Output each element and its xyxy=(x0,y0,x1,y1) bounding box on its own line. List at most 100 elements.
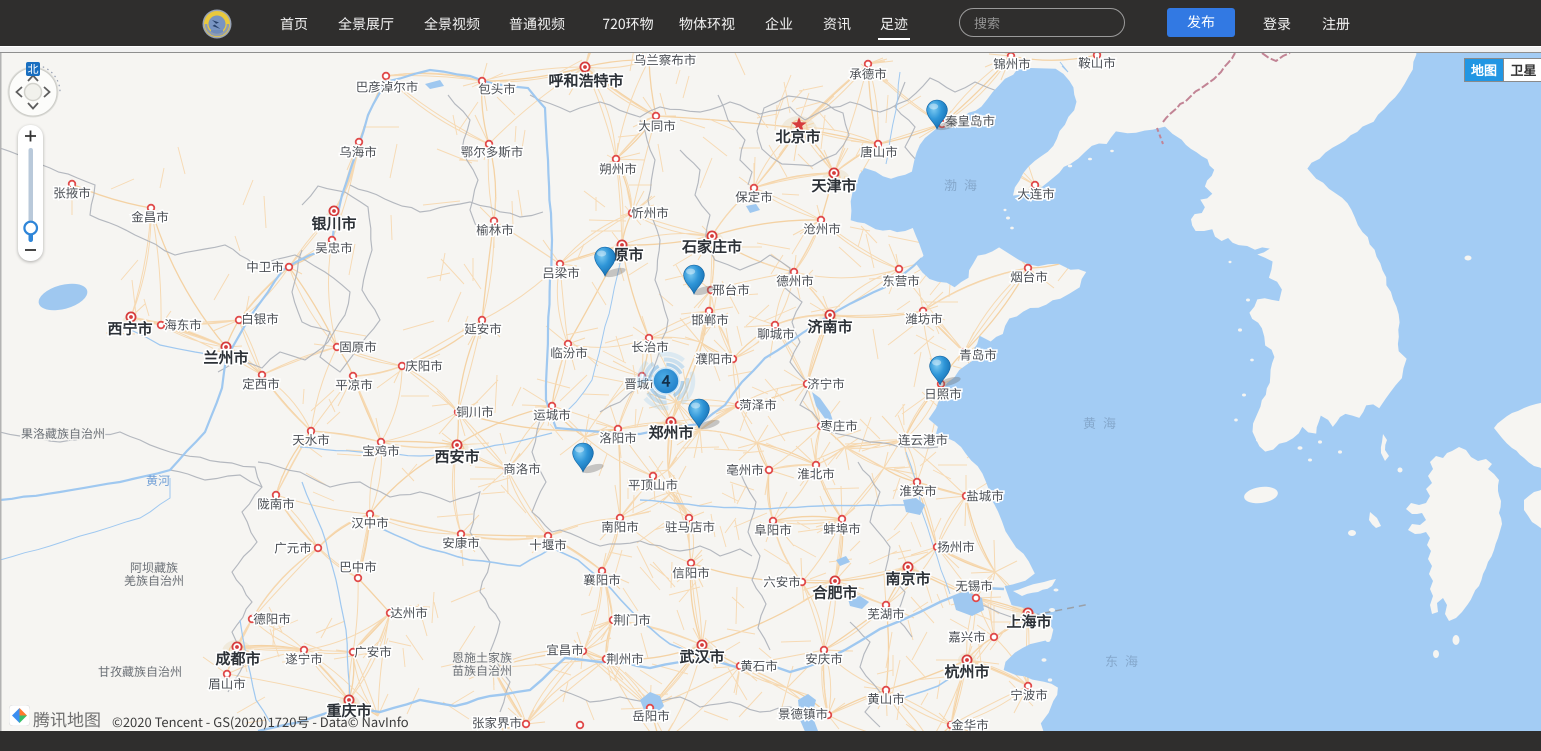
svg-text:六安市: 六安市 xyxy=(763,572,801,591)
svg-text:宜昌市: 宜昌市 xyxy=(546,640,584,659)
svg-text:4: 4 xyxy=(661,370,671,392)
svg-text:淮安市: 淮安市 xyxy=(899,481,937,500)
svg-text:眉山市: 眉山市 xyxy=(208,674,246,693)
svg-text:成都市: 成都市 xyxy=(215,648,260,669)
svg-text:洛阳市: 洛阳市 xyxy=(599,428,637,447)
svg-text:白银市: 白银市 xyxy=(241,309,279,328)
svg-text:濮阳市: 濮阳市 xyxy=(695,349,733,368)
svg-text:沧州市: 沧州市 xyxy=(803,219,841,238)
svg-text:南京市: 南京市 xyxy=(885,568,930,589)
svg-text:果洛藏族自治州: 果洛藏族自治州 xyxy=(21,425,105,442)
svg-text:鞍山市: 鞍山市 xyxy=(1078,53,1116,72)
svg-text:黄河: 黄河 xyxy=(146,472,170,489)
svg-text:宝鸡市: 宝鸡市 xyxy=(362,441,400,460)
svg-text:商洛市: 商洛市 xyxy=(503,459,541,478)
svg-text:天水市: 天水市 xyxy=(292,430,330,449)
svg-text:荆州市: 荆州市 xyxy=(606,649,644,668)
svg-text:石家庄市: 石家庄市 xyxy=(681,236,742,257)
svg-text:临汾市: 临汾市 xyxy=(550,343,588,362)
svg-text:兰州市: 兰州市 xyxy=(203,347,248,368)
svg-text:盐城市: 盐城市 xyxy=(966,486,1004,505)
svg-text:铜川市: 铜川市 xyxy=(456,402,494,421)
svg-text:聊城市: 聊城市 xyxy=(757,324,795,343)
svg-text:广安市: 广安市 xyxy=(354,642,392,661)
svg-text:朔州市: 朔州市 xyxy=(599,159,637,178)
svg-text:陇南市: 陇南市 xyxy=(257,494,295,513)
svg-text:运城市: 运城市 xyxy=(533,405,571,424)
svg-text:榆林市: 榆林市 xyxy=(476,220,514,239)
svg-text:吕梁市: 吕梁市 xyxy=(542,263,580,282)
svg-text:连云港市: 连云港市 xyxy=(898,430,948,449)
svg-text:景德镇市: 景德镇市 xyxy=(778,704,828,723)
svg-text:岳阳市: 岳阳市 xyxy=(632,706,670,725)
svg-text:金华市: 金华市 xyxy=(951,715,989,732)
svg-text:东海: 东海 xyxy=(1105,651,1145,670)
svg-text:十堰市: 十堰市 xyxy=(529,535,567,554)
svg-text:合肥市: 合肥市 xyxy=(812,582,857,603)
svg-text:达州市: 达州市 xyxy=(390,603,428,622)
svg-text:德阳市: 德阳市 xyxy=(253,609,291,628)
svg-text:呼和浩特市: 呼和浩特市 xyxy=(548,70,623,91)
svg-text:汉中市: 汉中市 xyxy=(351,513,389,532)
svg-text:中卫市: 中卫市 xyxy=(246,257,284,276)
svg-text:巴中市: 巴中市 xyxy=(339,557,377,576)
svg-text:日照市: 日照市 xyxy=(924,384,962,403)
svg-text:襄阳市: 襄阳市 xyxy=(583,570,621,589)
svg-text:嘉兴市: 嘉兴市 xyxy=(948,627,986,646)
svg-text:广元市: 广元市 xyxy=(274,538,312,557)
svg-text:包头市: 包头市 xyxy=(478,79,516,98)
svg-text:庆阳市: 庆阳市 xyxy=(405,356,443,375)
svg-text:遂宁市: 遂宁市 xyxy=(285,649,323,668)
svg-text:平凉市: 平凉市 xyxy=(335,375,373,394)
svg-text:青岛市: 青岛市 xyxy=(959,345,997,364)
svg-text:海东市: 海东市 xyxy=(164,315,202,334)
svg-text:定西市: 定西市 xyxy=(242,374,280,393)
svg-text:黄海: 黄海 xyxy=(1083,413,1123,432)
svg-text:大同市: 大同市 xyxy=(638,116,676,135)
svg-text:郑州市: 郑州市 xyxy=(648,422,693,443)
svg-text:安庆市: 安庆市 xyxy=(805,649,843,668)
svg-text:淮北市: 淮北市 xyxy=(797,464,835,483)
svg-text:金昌市: 金昌市 xyxy=(131,207,169,226)
svg-text:德州市: 德州市 xyxy=(776,271,814,290)
svg-text:阜阳市: 阜阳市 xyxy=(754,520,792,539)
svg-text:黄石市: 黄石市 xyxy=(740,656,778,675)
svg-text:枣庄市: 枣庄市 xyxy=(820,416,858,435)
svg-text:保定市: 保定市 xyxy=(735,187,773,206)
svg-text:东营市: 东营市 xyxy=(882,271,920,290)
svg-text:平顶山市: 平顶山市 xyxy=(628,475,678,494)
svg-text:济宁市: 济宁市 xyxy=(807,374,845,393)
svg-text:济南市: 济南市 xyxy=(807,316,852,337)
svg-text:芜湖市: 芜湖市 xyxy=(867,604,905,623)
svg-text:武汉市: 武汉市 xyxy=(679,646,724,667)
svg-text:承德市: 承德市 xyxy=(849,64,887,83)
svg-text:菏泽市: 菏泽市 xyxy=(739,395,777,414)
svg-text:巴彦淖尔市: 巴彦淖尔市 xyxy=(356,77,419,96)
svg-text:苗族自治州: 苗族自治州 xyxy=(452,662,512,679)
svg-text:上海市: 上海市 xyxy=(1006,611,1051,632)
svg-text:羌族自治州: 羌族自治州 xyxy=(124,572,184,589)
svg-text:蚌埠市: 蚌埠市 xyxy=(823,519,861,538)
svg-text:乌兰察布市: 乌兰察布市 xyxy=(634,53,697,69)
svg-text:张掖市: 张掖市 xyxy=(53,183,91,202)
svg-text:西安市: 西安市 xyxy=(434,446,479,467)
svg-text:固原市: 固原市 xyxy=(339,337,377,356)
svg-text:南阳市: 南阳市 xyxy=(601,517,639,536)
svg-text:驻马店市: 驻马店市 xyxy=(665,517,715,536)
svg-text:忻州市: 忻州市 xyxy=(631,203,669,222)
svg-text:鄂尔多斯市: 鄂尔多斯市 xyxy=(461,142,524,161)
svg-text:扬州市: 扬州市 xyxy=(937,537,975,556)
svg-text:亳州市: 亳州市 xyxy=(726,460,764,479)
svg-text:烟台市: 烟台市 xyxy=(1010,267,1048,286)
svg-text:荆门市: 荆门市 xyxy=(613,610,651,629)
svg-text:杭州市: 杭州市 xyxy=(944,661,989,682)
svg-text:延安市: 延安市 xyxy=(464,319,502,338)
svg-text:邯郸市: 邯郸市 xyxy=(691,310,729,329)
svg-text:甘孜藏族自治州: 甘孜藏族自治州 xyxy=(98,663,182,680)
svg-text:西宁市: 西宁市 xyxy=(107,318,152,339)
svg-text:锦州市: 锦州市 xyxy=(993,54,1031,73)
svg-text:无锡市: 无锡市 xyxy=(955,576,993,595)
svg-text:渤海: 渤海 xyxy=(944,175,984,194)
svg-text:张家界市: 张家界市 xyxy=(472,713,522,732)
svg-text:安康市: 安康市 xyxy=(442,533,480,552)
